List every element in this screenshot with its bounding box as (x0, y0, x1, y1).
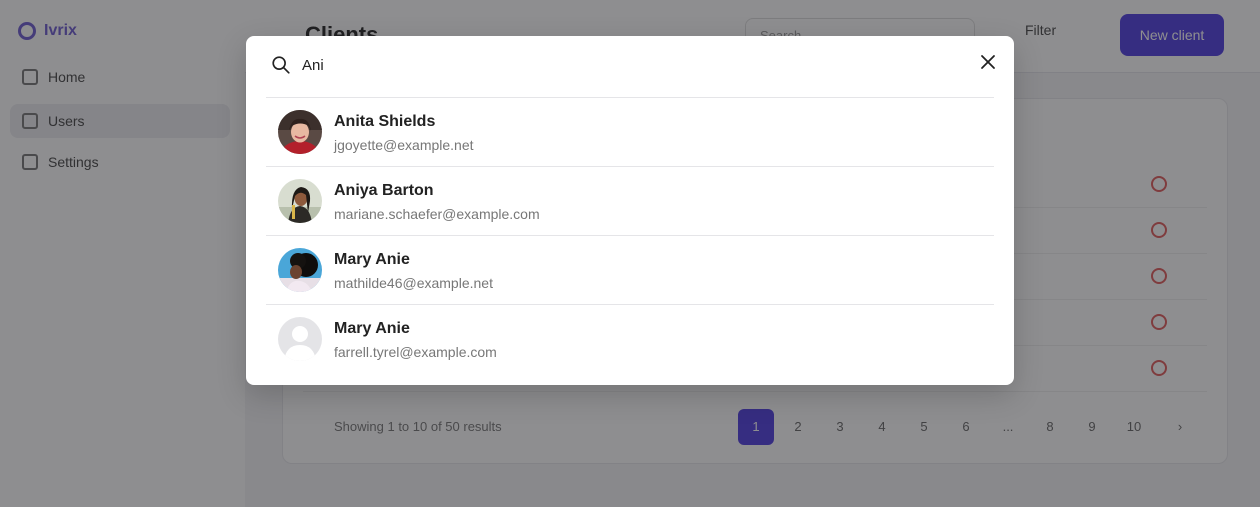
result-name: Mary Anie (334, 251, 410, 268)
result-item[interactable]: Aniya Barton mariane.schaefer@example.co… (266, 167, 994, 236)
avatar (278, 110, 322, 154)
search-modal: Anita Shields jgoyette@example.net Aniya… (246, 36, 1014, 385)
avatar-placeholder-icon (278, 317, 322, 361)
result-item[interactable]: Anita Shields jgoyette@example.net (266, 98, 994, 167)
result-name: Mary Anie (334, 320, 410, 337)
result-email: mariane.schaefer@example.com (334, 206, 540, 222)
search-results: Anita Shields jgoyette@example.net Aniya… (266, 98, 994, 373)
result-email: jgoyette@example.net (334, 137, 474, 153)
avatar (278, 179, 322, 223)
result-name: Aniya Barton (334, 182, 434, 199)
result-item[interactable]: Mary Anie mathilde46@example.net (266, 236, 994, 305)
avatar (278, 248, 322, 292)
result-email: mathilde46@example.net (334, 275, 493, 291)
result-email: farrell.tyrel@example.com (334, 344, 497, 360)
search-bar (266, 36, 994, 98)
search-icon (272, 56, 290, 74)
search-input[interactable] (302, 50, 942, 80)
result-name: Anita Shields (334, 113, 436, 130)
result-item[interactable]: Mary Anie farrell.tyrel@example.com (266, 305, 994, 373)
close-icon[interactable] (976, 50, 1000, 74)
